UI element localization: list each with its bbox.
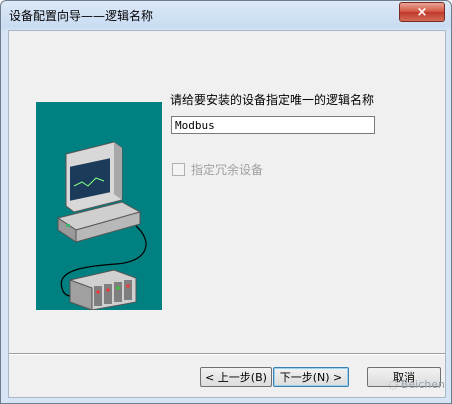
computer-and-device-icon xyxy=(56,141,147,311)
footer-divider xyxy=(9,353,445,355)
redundant-device-label: 指定冗余设备 xyxy=(191,163,264,177)
wizard-page: 请给要安装的设备指定唯一的逻辑名称 指定冗余设备 < 上一步(B) 下一步(N)… xyxy=(8,30,446,398)
redundant-device-option: 指定冗余设备 xyxy=(172,161,263,178)
watermark-text: Beichen xyxy=(400,378,445,391)
next-button[interactable]: 下一步(N) > xyxy=(273,367,349,387)
close-icon: × xyxy=(416,4,428,20)
watermark-logo-icon: ◌ xyxy=(388,378,398,391)
watermark: ◌ Beichen xyxy=(388,378,445,391)
wizard-window: 设备配置向导——逻辑名称 × 请给要安装的设备指定唯一的逻辑名称 Modbus … xyxy=(0,0,452,404)
title-bar[interactable]: 设备配置向导——逻辑名称 × xyxy=(1,1,451,29)
logical-name-input[interactable] xyxy=(171,116,375,134)
redundant-device-checkbox xyxy=(172,163,185,176)
back-button[interactable]: < 上一步(B) xyxy=(200,367,272,387)
device-illustration xyxy=(36,102,162,311)
window-title: 设备配置向导——逻辑名称 xyxy=(9,9,154,23)
close-button[interactable]: × xyxy=(399,2,445,22)
logical-name-prompt: 请给要安装的设备指定唯一的逻辑名称 xyxy=(170,93,375,107)
